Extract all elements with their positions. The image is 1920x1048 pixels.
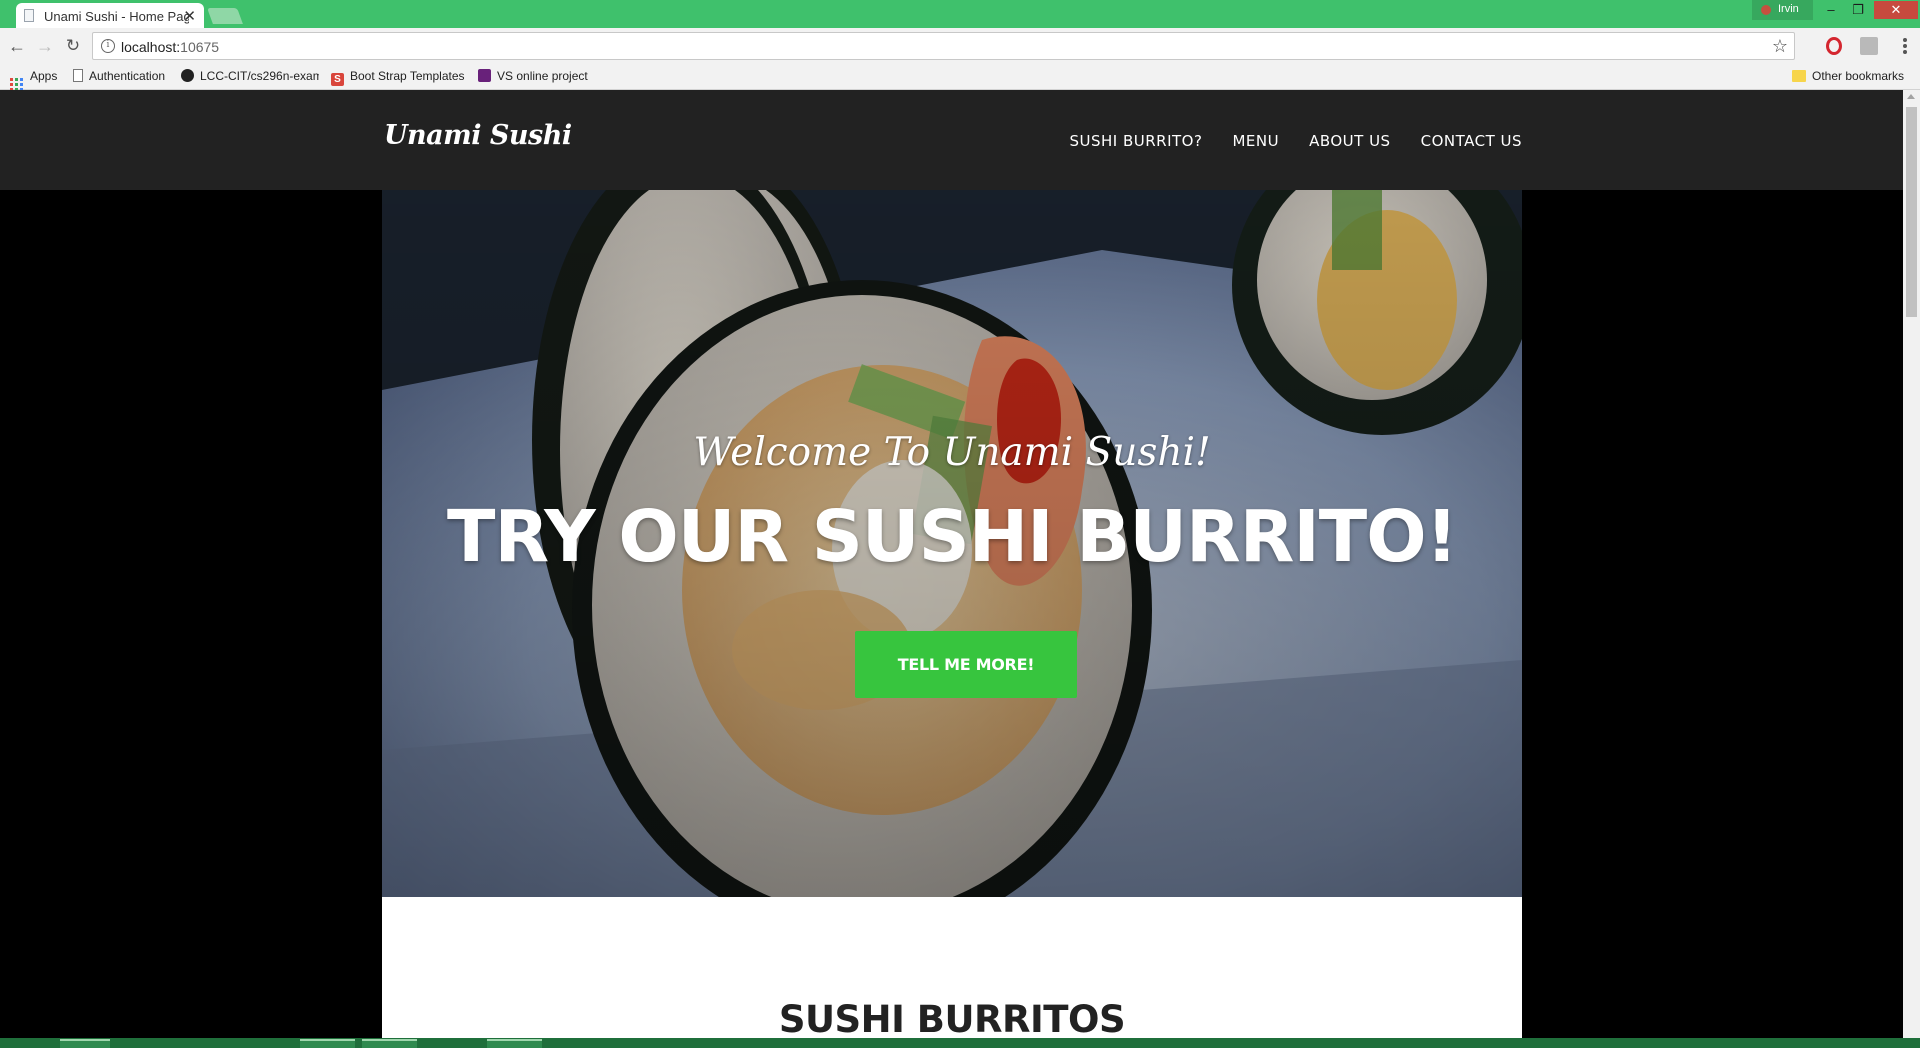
- hero-heading: TRY OUR SUSHI BURRITO!: [447, 495, 1458, 578]
- back-arrow-icon[interactable]: ←: [6, 35, 28, 57]
- restore-button[interactable]: ❐: [1845, 1, 1871, 19]
- scroll-up-arrow-icon[interactable]: [1907, 94, 1915, 99]
- profile-button[interactable]: Irvin: [1752, 0, 1813, 20]
- profile-name: Irvin: [1778, 3, 1799, 15]
- forward-arrow-icon[interactable]: →: [34, 35, 56, 57]
- minimize-button[interactable]: –: [1818, 1, 1844, 19]
- scrollbar-thumb[interactable]: [1906, 107, 1917, 317]
- sushi-burritos-section: SUSHI BURRITOS: [382, 897, 1522, 1038]
- pdf-extension-icon[interactable]: [1860, 37, 1878, 55]
- taskbar-app[interactable]: [487, 1039, 542, 1048]
- page-viewport: Unami Sushi SUSHI BURRITO? MENU ABOUT US…: [0, 90, 1903, 1038]
- browser-tab-strip: Unami Sushi - Home Pag ✕ Irvin – ❐ ✕: [0, 0, 1920, 29]
- address-bar[interactable]: i localhost:10675 ☆: [92, 32, 1795, 60]
- folder-icon: [1792, 70, 1806, 82]
- site-nav-links: SUSHI BURRITO? MENU ABOUT US CONTACT US: [1069, 132, 1522, 150]
- taskbar-app[interactable]: [362, 1039, 417, 1048]
- site-info-icon[interactable]: i: [101, 39, 115, 53]
- page-favicon-icon: [24, 9, 34, 22]
- page-scrollbar[interactable]: [1903, 90, 1920, 1038]
- browser-toolbar: ← → ↻ i localhost:10675 ☆: [0, 28, 1920, 64]
- opera-extension-icon[interactable]: [1826, 37, 1842, 55]
- window-close-button[interactable]: ✕: [1874, 1, 1918, 19]
- visual-studio-icon: [478, 69, 491, 82]
- reload-icon[interactable]: ↻: [62, 35, 84, 57]
- bookmark-other-folder[interactable]: Other bookmarks: [1792, 69, 1904, 87]
- taskbar-app[interactable]: [300, 1039, 355, 1048]
- browser-tab-active[interactable]: Unami Sushi - Home Pag ✕: [16, 3, 204, 29]
- browser-tab-title: Unami Sushi - Home Pag: [44, 9, 189, 24]
- new-tab-button[interactable]: [207, 8, 243, 24]
- github-icon: [181, 69, 194, 82]
- bookmark-vs-online[interactable]: VS online project: [478, 69, 588, 87]
- bookmark-authentication[interactable]: Authentication: [73, 69, 165, 87]
- nav-link-about-us[interactable]: ABOUT US: [1309, 132, 1391, 150]
- nav-link-sushi-burrito[interactable]: SUSHI BURRITO?: [1069, 132, 1202, 150]
- bootstrap-s-icon: S: [331, 73, 344, 86]
- site-brand[interactable]: Unami Sushi: [384, 120, 572, 151]
- nav-link-menu[interactable]: MENU: [1232, 132, 1279, 150]
- hero-banner: Welcome To Unami Sushi! TRY OUR SUSHI BU…: [382, 190, 1522, 897]
- bookmark-star-icon[interactable]: ☆: [1772, 36, 1788, 57]
- hero-lead-text: Welcome To Unami Sushi!: [693, 430, 1211, 475]
- site-navbar: Unami Sushi SUSHI BURRITO? MENU ABOUT US…: [0, 90, 1903, 190]
- nav-link-contact-us[interactable]: CONTACT US: [1421, 132, 1522, 150]
- windows-taskbar: [0, 1038, 1920, 1048]
- bookmark-apps[interactable]: Apps: [10, 69, 57, 91]
- tab-close-icon[interactable]: ✕: [183, 7, 196, 25]
- address-url: localhost:10675: [121, 39, 220, 55]
- tell-me-more-button[interactable]: TELL ME MORE!: [855, 631, 1077, 698]
- profile-avatar-icon: [1761, 5, 1771, 15]
- page-icon: [73, 69, 83, 82]
- bookmarks-bar: Apps Authentication LCC-CIT/cs296n-exam …: [0, 64, 1920, 91]
- taskbar-app[interactable]: [60, 1039, 110, 1048]
- hero-text: Welcome To Unami Sushi! TRY OUR SUSHI BU…: [382, 190, 1522, 897]
- bookmark-bootstrap-templates[interactable]: S Boot Strap Templates: [331, 69, 465, 87]
- section-heading: SUSHI BURRITOS: [778, 998, 1126, 1038]
- bookmark-github[interactable]: LCC-CIT/cs296n-exam: [181, 69, 319, 87]
- chrome-menu-icon[interactable]: [1895, 36, 1915, 56]
